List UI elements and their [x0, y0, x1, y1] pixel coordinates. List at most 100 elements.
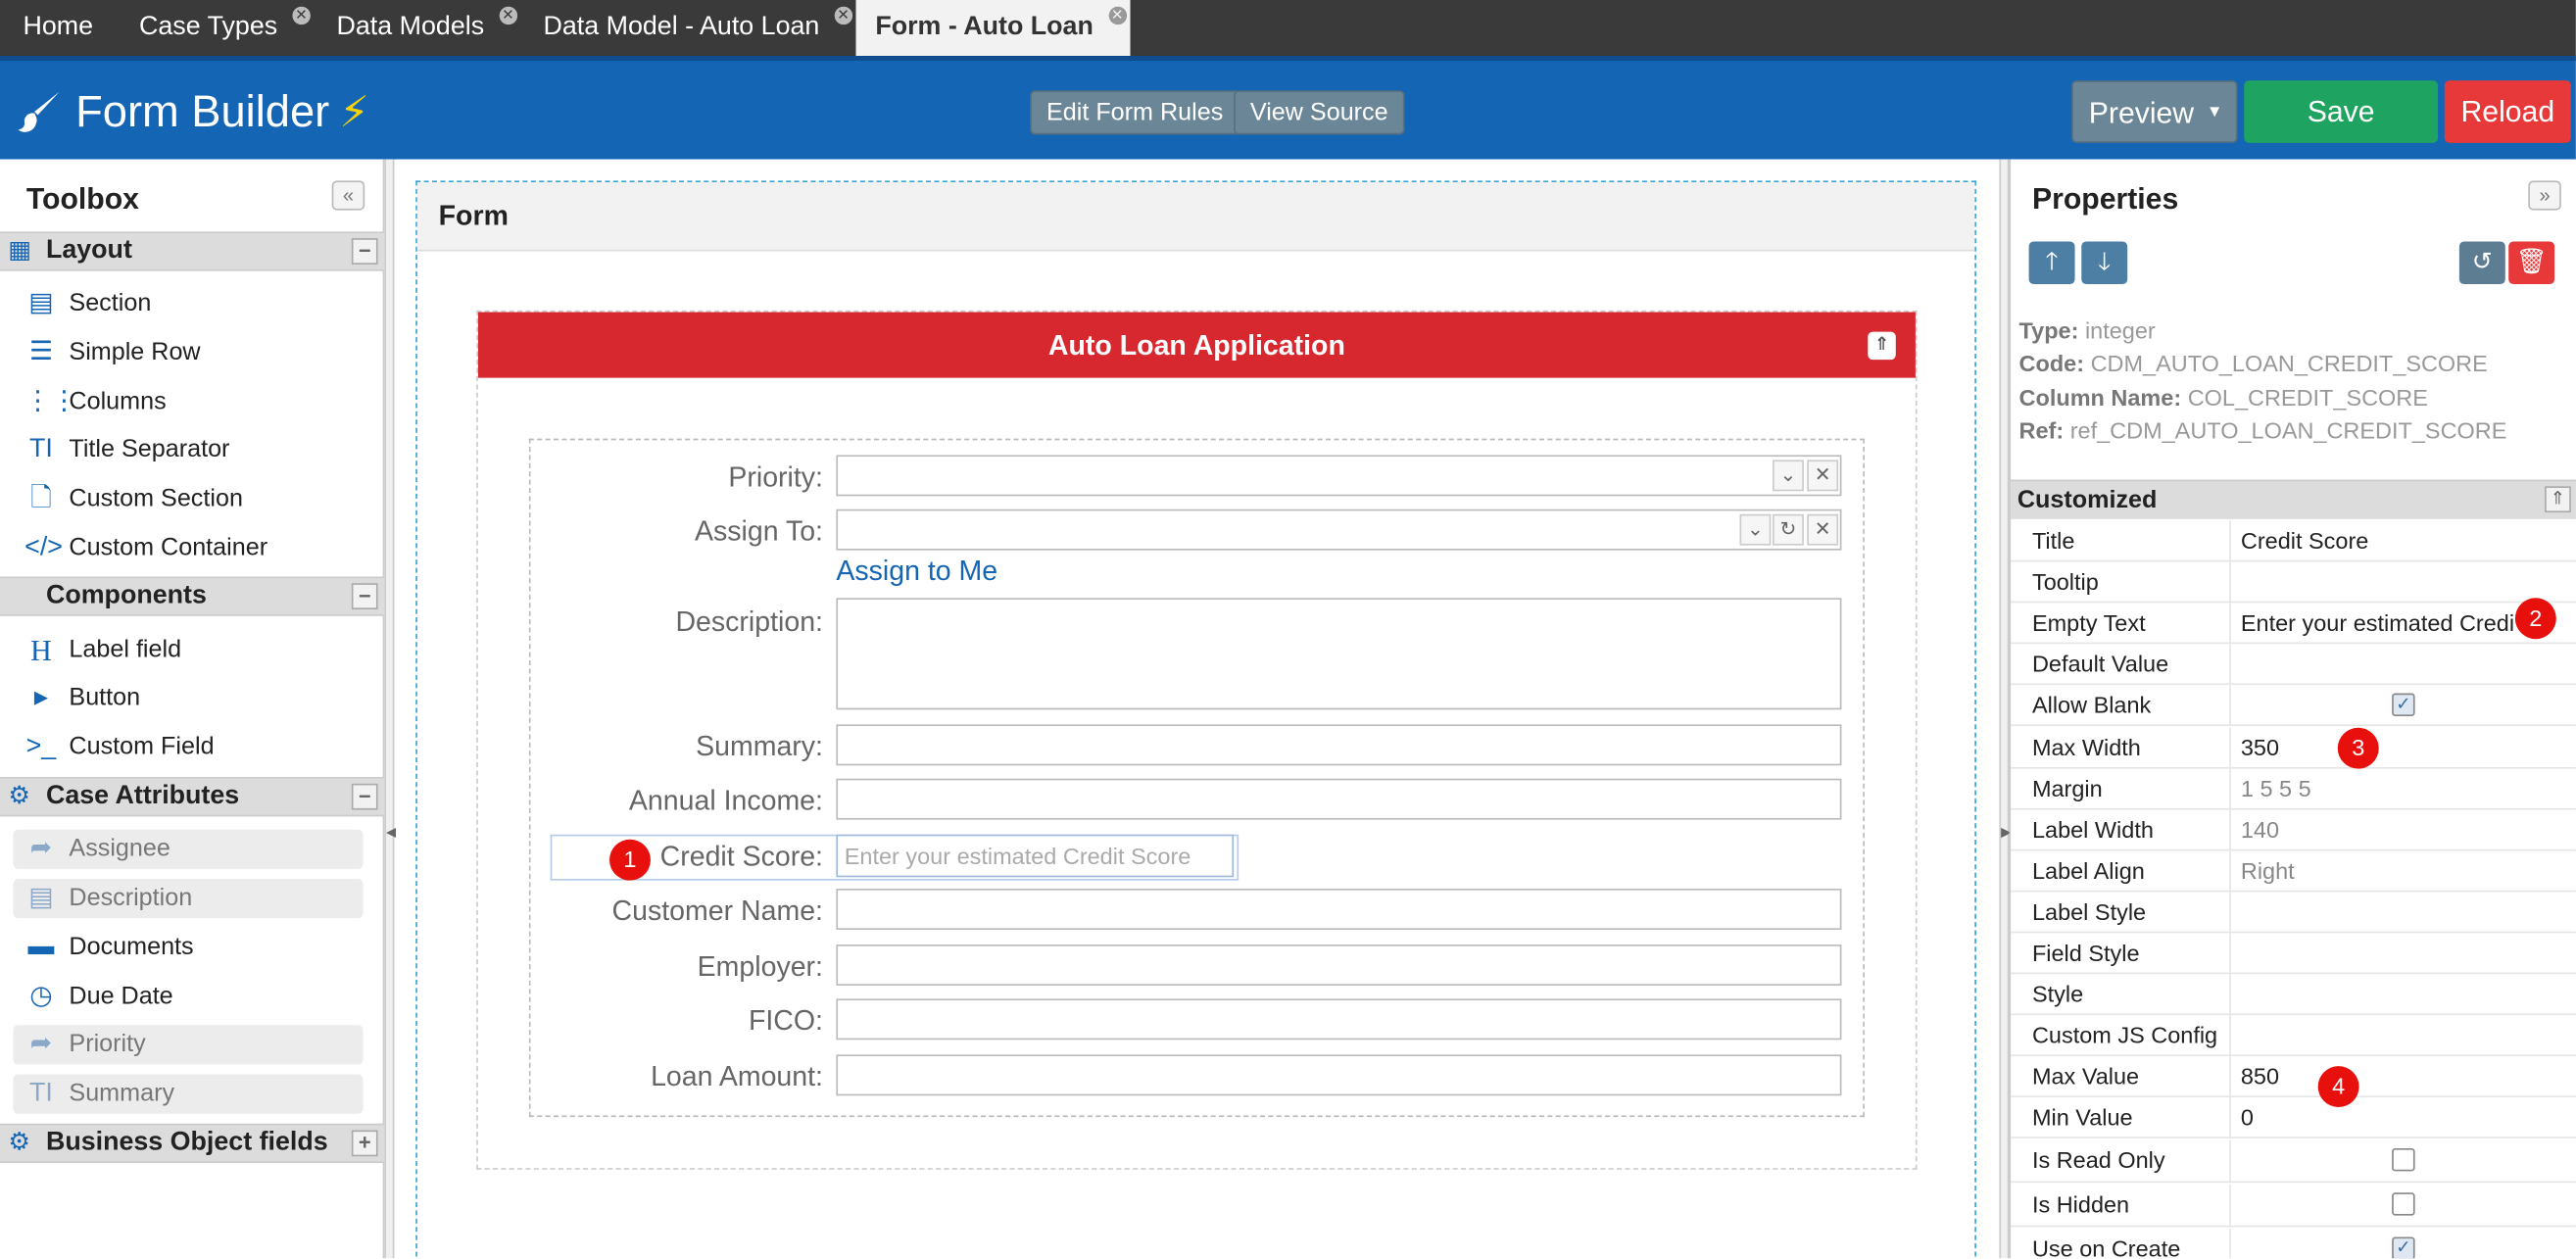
group-layout[interactable]: ▦ Layout − — [0, 231, 385, 271]
item-label: Title Separator — [69, 435, 230, 463]
toolbox-item-documents[interactable]: ▬ Documents — [13, 925, 363, 971]
prop-value[interactable]: 350 — [2241, 728, 2569, 769]
move-up-icon[interactable]: 🡑 — [2028, 241, 2075, 285]
prop-row-margin[interactable]: Margin 1 5 5 5 — [2011, 768, 2576, 810]
tab-home[interactable]: Home — [0, 0, 117, 56]
prop-value[interactable]: 1 5 5 5 — [2241, 769, 2569, 810]
reload-button[interactable]: Reload — [2444, 80, 2571, 143]
credit-score-input[interactable]: Enter your estimated Credit Score — [836, 834, 1235, 878]
prop-value[interactable]: Credit Score — [2241, 520, 2569, 561]
toolbox-item-section[interactable]: ▤ Section — [0, 281, 384, 327]
delete-icon[interactable]: 🗑 — [2508, 241, 2555, 285]
prop-value[interactable]: 140 — [2241, 810, 2569, 851]
prop-row-tooltip[interactable]: Tooltip — [2011, 561, 2576, 604]
description-textarea[interactable] — [836, 598, 1842, 710]
toolbox-item-button[interactable]: ▶ Button — [0, 675, 384, 721]
close-icon[interactable]: ✕ — [499, 6, 517, 25]
close-icon[interactable]: ✕ — [834, 6, 852, 25]
collapse-left-icon[interactable]: « — [331, 180, 365, 211]
minus-icon[interactable]: − — [351, 583, 378, 610]
toolbox-item-custom-section[interactable]: 🗋 Custom Section — [0, 476, 384, 522]
prop-row-style[interactable]: Style — [2011, 974, 2576, 1016]
prop-value[interactable]: 850 — [2241, 1056, 2569, 1097]
employer-label: Employer: — [697, 950, 823, 983]
toolbox-item-custom-container[interactable]: </> Custom Container — [0, 526, 384, 572]
assign-to-me-link[interactable]: Assign to Me — [836, 556, 997, 589]
prop-value[interactable]: 0 — [2241, 1097, 2569, 1138]
prop-key: Title — [2031, 527, 2075, 555]
is-read-only-checkbox[interactable] — [2392, 1147, 2415, 1172]
assign-to-select[interactable]: ⌄ ↻ ✕ — [836, 508, 1842, 551]
prop-row-min-value[interactable]: Min Value 0 — [2011, 1096, 2576, 1138]
prop-key: Default Value — [2031, 650, 2169, 677]
preview-button[interactable]: Preview ▼ — [2071, 80, 2238, 145]
view-source-button[interactable]: View Source — [1234, 90, 1405, 135]
group-business-object-fields[interactable]: ⚙ Business Object fields + — [0, 1123, 385, 1164]
collapse-up-icon[interactable]: ⇑ — [1868, 331, 1896, 361]
prop-row-default-value[interactable]: Default Value — [2011, 644, 2576, 686]
toolbox-item-title-separator[interactable]: TI Title Separator — [0, 427, 384, 473]
edit-form-rules-button[interactable]: Edit Form Rules — [1030, 90, 1240, 135]
tab-form-auto-loan[interactable]: Form - Auto Loan ✕ — [855, 0, 1130, 57]
plus-icon[interactable]: + — [351, 1130, 378, 1157]
customer-name-input[interactable] — [836, 889, 1842, 930]
prop-row-label-align[interactable]: Label Align Right — [2011, 850, 2576, 893]
fico-input[interactable] — [836, 998, 1842, 1041]
prop-row-empty-text[interactable]: Empty Text Enter your estimated Credi — [2011, 603, 2576, 645]
prop-row-title[interactable]: Title Credit Score — [2011, 520, 2576, 562]
annual-income-input[interactable] — [836, 778, 1842, 820]
prop-row-label-width[interactable]: Label Width 140 — [2011, 809, 2576, 851]
group-case-attributes[interactable]: ⚙ Case Attributes − — [0, 777, 385, 817]
prop-value[interactable]: Right — [2241, 850, 2569, 892]
customized-header[interactable]: Customized ⇑ — [2011, 479, 2576, 519]
prop-value[interactable]: Enter your estimated Credi — [2241, 603, 2533, 644]
right-splitter[interactable]: ▶ — [1999, 159, 2011, 1259]
use-on-create-checkbox[interactable]: ✓ — [2392, 1236, 2415, 1259]
prop-row-allow-blank[interactable]: Allow Blank ✓ — [2011, 685, 2576, 727]
is-hidden-checkbox[interactable] — [2392, 1192, 2415, 1216]
priority-select[interactable]: ⌄ ✕ — [836, 455, 1842, 497]
prop-row-max-value[interactable]: Max Value 850 — [2011, 1056, 2576, 1097]
clear-icon[interactable]: ✕ — [1807, 513, 1839, 546]
caret-down-icon[interactable]: ▼ — [2207, 82, 2223, 145]
toolbox-item-due-date[interactable]: ◷ Due Date — [13, 974, 363, 1020]
collapse-right-icon[interactable]: » — [2528, 180, 2561, 211]
close-icon[interactable]: ✕ — [292, 6, 311, 25]
chevron-down-icon[interactable]: ⌄ — [1773, 460, 1804, 492]
chevron-down-icon[interactable]: ⌄ — [1739, 513, 1772, 546]
section-auto-loan[interactable]: Auto Loan Application ⇑ Priority: ⌄ ✕ As… — [476, 310, 1918, 1170]
prop-row-is-read-only[interactable]: Is Read Only — [2011, 1139, 2576, 1184]
prop-row-is-hidden[interactable]: Is Hidden — [2011, 1184, 2576, 1228]
prop-row-field-style[interactable]: Field Style — [2011, 933, 2576, 975]
loan-amount-input[interactable] — [836, 1054, 1842, 1096]
toolbox-item-label-field[interactable]: H Label field — [0, 627, 384, 673]
prop-row-max-width[interactable]: Max Width 350 — [2011, 727, 2576, 769]
toolbox-item-columns[interactable]: ⋮⋮ Columns — [0, 379, 384, 425]
toolbox-item-custom-field[interactable]: >_ Custom Field — [0, 724, 384, 770]
move-down-icon[interactable]: 🡓 — [2081, 241, 2128, 285]
toolbox-item-simple-row[interactable]: ☰ Simple Row — [0, 330, 384, 376]
prop-row-use-on-create[interactable]: Use on Create ✓ — [2011, 1229, 2576, 1259]
minus-icon[interactable]: − — [351, 238, 378, 265]
save-button[interactable]: Save — [2244, 80, 2439, 143]
group-components[interactable]: Components − — [0, 576, 385, 616]
field-container[interactable]: Priority: ⌄ ✕ Assign To: ⌄ ↻ ✕ Assign to… — [528, 438, 1865, 1118]
minus-icon[interactable]: − — [351, 783, 378, 810]
text-icon: TI — [28, 1079, 53, 1108]
prop-row-label-style[interactable]: Label Style — [2011, 892, 2576, 934]
summary-input[interactable] — [836, 724, 1842, 766]
employer-input[interactable] — [836, 944, 1842, 986]
caret-left-icon[interactable]: ◀ — [386, 825, 396, 840]
undo-icon[interactable]: ↺ — [2458, 241, 2505, 285]
tab-data-model-auto-loan[interactable]: Data Model - Auto Loan ✕ — [520, 0, 855, 56]
refresh-icon[interactable]: ↻ — [1773, 513, 1804, 546]
prop-row-custom-js-config[interactable]: Custom JS Config — [2011, 1015, 2576, 1057]
left-splitter[interactable]: ◀ — [384, 159, 396, 1259]
tab-data-models[interactable]: Data Models ✕ — [314, 0, 520, 56]
form-container[interactable]: Form Auto Loan Application ⇑ Priority: ⌄… — [415, 180, 1976, 1259]
clear-icon[interactable]: ✕ — [1807, 460, 1839, 492]
tab-case-types[interactable]: Case Types ✕ — [117, 0, 315, 56]
close-icon[interactable]: ✕ — [1107, 6, 1127, 25]
collapse-up-icon[interactable]: ⇑ — [2545, 486, 2571, 513]
allow-blank-checkbox[interactable]: ✓ — [2392, 693, 2415, 716]
